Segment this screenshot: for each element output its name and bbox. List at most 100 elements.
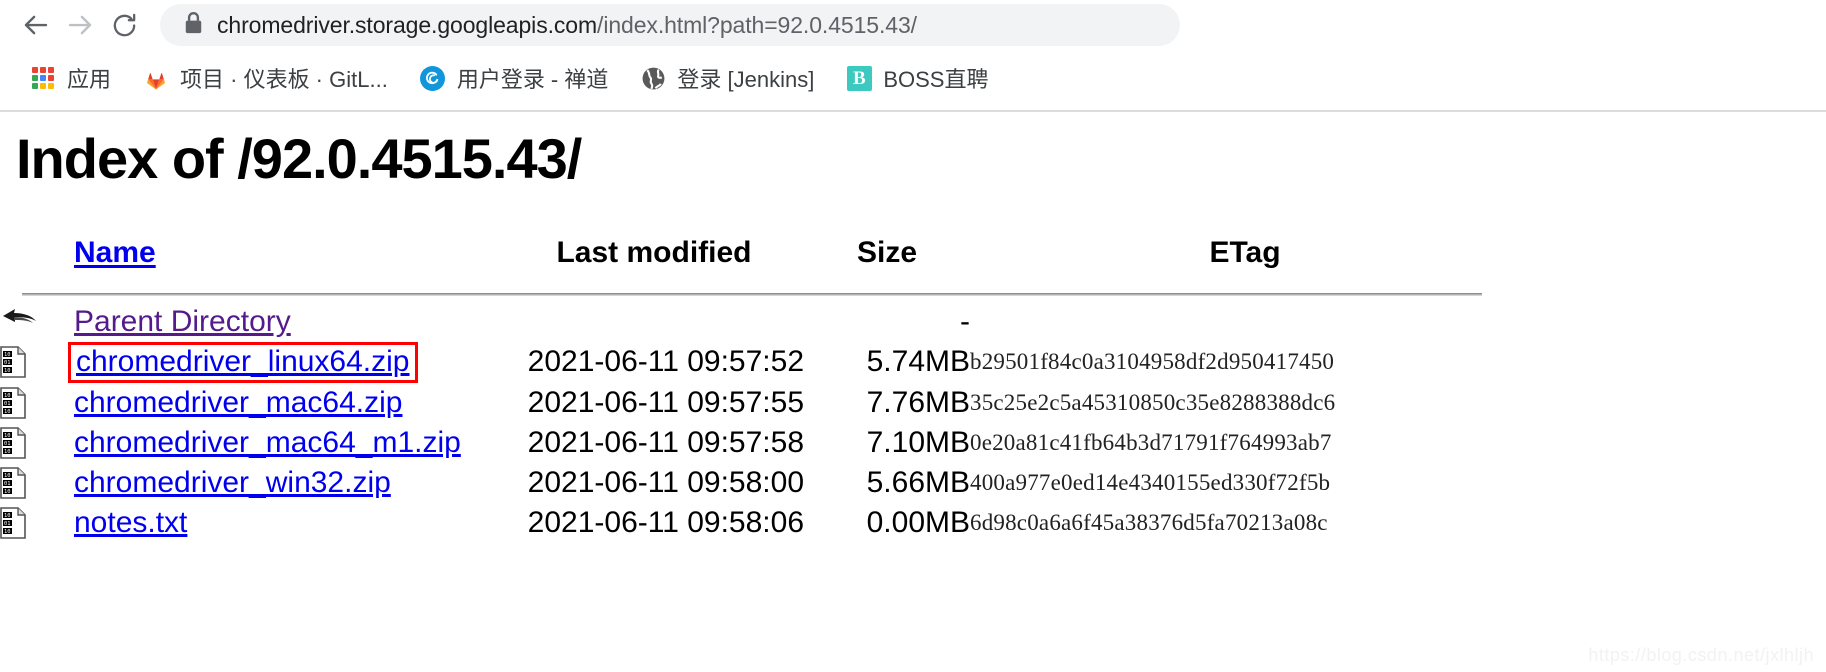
row-name-cell: chromedriver_mac64_m1.zip <box>74 423 504 463</box>
row-last-modified <box>504 302 804 342</box>
binary-file-icon: 10 01 10 <box>0 346 74 379</box>
svg-text:01: 01 <box>4 481 11 487</box>
reload-button[interactable] <box>102 3 146 47</box>
row-icon-cell: 10 01 10 <box>0 503 74 543</box>
header-separator-row <box>0 286 1520 302</box>
jenkins-globe-icon <box>640 65 666 91</box>
table-row: 10 01 10 chromedriver_mac64.zip 2021-06-11 0… <box>0 383 1520 423</box>
row-name-cell: chromedriver_mac64.zip <box>74 383 504 423</box>
row-last-modified: 2021-06-11 09:58:00 <box>527 465 804 499</box>
row-size: 5.74MB <box>866 345 970 379</box>
row-size: 5.66MB <box>866 465 970 499</box>
zentao-icon <box>420 65 446 91</box>
row-last-modified: 2021-06-11 09:57:58 <box>527 425 804 459</box>
column-header-last-modified: Last modified <box>556 236 752 269</box>
apps-grid-icon <box>30 65 56 91</box>
forward-button[interactable] <box>58 3 102 47</box>
red-highlight-box: chromedriver_linux64.zip <box>68 342 418 383</box>
binary-file-icon: 10 01 10 <box>0 386 74 419</box>
bookmarks-bar: 应用 项目 · 仪表板 · GitL... 用户登录 - 禅道 登录 [Jenk… <box>0 50 1826 106</box>
row-size: 7.76MB <box>866 385 970 419</box>
file-link[interactable]: Parent Directory <box>74 305 291 338</box>
row-last-modified: 2021-06-11 09:57:52 <box>527 345 804 379</box>
header-icon-spacer <box>0 220 74 286</box>
directory-listing: Name Last modified Size ETag Parent Dire… <box>0 220 1520 543</box>
row-etag: 400a977e0ed14e4340155ed330f72f5b <box>970 469 1331 495</box>
url-text: chromedriver.storage.googleapis.com/inde… <box>217 12 917 39</box>
header-row: Name Last modified Size ETag <box>0 220 1520 286</box>
bookmark-apps[interactable]: 应用 <box>20 58 121 98</box>
svg-text:10: 10 <box>4 473 11 479</box>
url-path: /index.html?path=92.0.4515.43/ <box>597 11 917 38</box>
bookmark-jenkins[interactable]: 登录 [Jenkins] <box>630 58 824 98</box>
bookmark-label: 用户登录 - 禅道 <box>456 67 609 92</box>
row-name-cell: chromedriver_linux64.zip <box>68 342 504 383</box>
row-etag: 6d98c0a6a6f45a38376d5fa70213a08c <box>970 509 1328 535</box>
svg-text:10: 10 <box>4 352 11 358</box>
table-row: Parent Directory - <box>0 302 1520 342</box>
directory-table: Name Last modified Size ETag Parent Dire… <box>0 220 1520 543</box>
row-last-modified: 2021-06-11 09:58:06 <box>527 505 804 539</box>
bookmark-label: 应用 <box>67 67 112 92</box>
back-button[interactable] <box>14 3 58 47</box>
column-header-name: Name <box>74 220 504 286</box>
row-etag: b29501f84c0a3104958df2d950417450 <box>970 349 1335 375</box>
bookmark-boss[interactable]: B BOSS直聘 <box>836 58 998 98</box>
svg-text:10: 10 <box>4 529 11 535</box>
svg-text:10: 10 <box>4 368 11 374</box>
bookmark-label: 项目 · 仪表板 · GitL... <box>180 67 388 92</box>
row-icon-cell: 10 01 10 <box>0 383 74 423</box>
svg-text:10: 10 <box>4 513 11 519</box>
row-etag: 35c25e2c5a45310850c35e8288388dc6 <box>970 389 1336 415</box>
file-link[interactable]: notes.txt <box>74 506 187 539</box>
svg-text:10: 10 <box>4 449 11 455</box>
reload-icon <box>110 11 139 40</box>
watermark: https://blog.csdn.net/jxlhljh <box>1588 645 1814 665</box>
page-content: Index of /92.0.4515.43/ Name Last modifi… <box>0 112 1826 672</box>
svg-text:10: 10 <box>4 489 11 495</box>
table-row: 10 01 10 notes.txt 2021-06-11 09:58:06 0.00MB… <box>0 503 1520 543</box>
browser-toolbar: chromedriver.storage.googleapis.com/inde… <box>0 0 1826 50</box>
file-link[interactable]: chromedriver_linux64.zip <box>76 345 410 378</box>
svg-text:10: 10 <box>4 433 11 439</box>
bookmark-gitlab[interactable]: 项目 · 仪表板 · GitL... <box>133 58 398 98</box>
row-etag: 0e20a81c41fb64b3d71791f764993ab7 <box>970 429 1332 455</box>
page-title: Index of /92.0.4515.43/ <box>16 127 582 190</box>
file-link[interactable]: chromedriver_mac64.zip <box>74 386 402 419</box>
row-size: - <box>960 305 970 338</box>
address-bar[interactable]: chromedriver.storage.googleapis.com/inde… <box>160 4 1180 46</box>
parent-directory-icon <box>0 307 74 337</box>
table-row: 10 01 10 chromedriver_linux64.zip 2021-06-11… <box>0 342 1520 383</box>
lock-icon[interactable] <box>184 11 203 40</box>
browser-chrome: chromedriver.storage.googleapis.com/inde… <box>0 0 1826 112</box>
binary-file-icon: 10 01 10 <box>0 426 74 459</box>
gitlab-icon <box>143 65 169 91</box>
row-name-cell: Parent Directory <box>74 302 504 342</box>
table-body: Parent Directory - 10 01 10 chromedriver_linu… <box>0 286 1520 543</box>
horizontal-rule <box>22 292 1482 296</box>
svg-text:10: 10 <box>4 393 11 399</box>
svg-text:01: 01 <box>4 360 11 366</box>
row-size: 7.10MB <box>866 425 970 459</box>
row-icon-cell: 10 01 10 <box>0 342 74 383</box>
column-header-etag: ETag <box>1209 236 1281 269</box>
file-link[interactable]: chromedriver_win32.zip <box>74 466 391 499</box>
table-row: 10 01 10 chromedriver_win32.zip 2021-06-11 0… <box>0 463 1520 503</box>
table-row: 10 01 10 chromedriver_mac64_m1.zip 2021-06-1… <box>0 423 1520 463</box>
binary-file-icon: 10 01 10 <box>0 506 74 539</box>
column-header-size: Size <box>856 236 918 269</box>
back-arrow-icon <box>21 10 51 40</box>
row-last-modified: 2021-06-11 09:57:55 <box>527 385 804 419</box>
sort-by-name-link[interactable]: Name <box>74 236 156 269</box>
svg-text:01: 01 <box>4 521 11 527</box>
bookmark-label: BOSS直聘 <box>883 67 989 92</box>
row-icon-cell: 10 01 10 <box>0 463 74 503</box>
bookmark-zentao[interactable]: 用户登录 - 禅道 <box>410 58 619 98</box>
row-etag <box>970 302 1520 342</box>
svg-text:01: 01 <box>4 441 11 447</box>
file-link[interactable]: chromedriver_mac64_m1.zip <box>74 426 461 459</box>
bookmark-label: 登录 [Jenkins] <box>677 67 815 92</box>
header-separator <box>0 286 1520 302</box>
svg-text:10: 10 <box>4 409 11 415</box>
url-host: chromedriver.storage.googleapis.com <box>217 11 598 38</box>
